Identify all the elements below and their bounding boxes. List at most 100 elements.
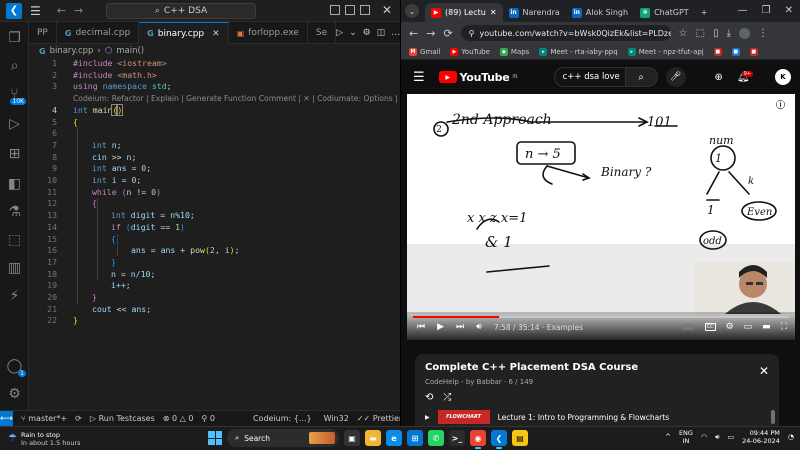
time-display[interactable]: 7:58 / 35:14 · Examples [494,323,583,332]
prettier-status[interactable]: ✓✓ Prettier [357,414,402,423]
codeium-codelens[interactable]: Codeium: Refactor | Explain | Generate F… [73,94,408,103]
youtube-search-button[interactable]: ⌕ [625,67,658,87]
weather-widget[interactable]: ☂ Rain to stop In about 1.5 hours [8,431,128,447]
autoplay-toggle[interactable] [680,324,695,330]
breadcrumb-symbol[interactable]: main() [116,46,144,56]
gear-icon[interactable]: ⚙ [363,28,371,38]
play-icon[interactable]: ▶ [437,322,444,332]
lightning-icon[interactable]: ⚡ [5,286,24,305]
problems-status[interactable]: ⊗ 0 △ 0 [163,414,194,423]
new-tab-button[interactable]: + [695,3,714,22]
forward-arrow-icon[interactable]: → [426,27,435,40]
playlist-scrollbar[interactable] [771,410,775,424]
minimize-icon[interactable]: — [738,5,748,16]
file-explorer-icon[interactable]: ▬ [365,430,381,446]
extensions-icon[interactable]: ⊞ [5,144,24,163]
store-icon[interactable]: ⊞ [407,430,423,446]
notes-icon[interactable]: ▤ [512,430,528,446]
bookmark-meet-2[interactable]: ▸ Meet - npz-tfut-apj [627,47,704,56]
back-arrow-icon[interactable]: ← [57,4,66,17]
bookmark-gmail[interactable]: M Gmail [409,47,440,56]
taskbar-search[interactable]: ⌕ Search [227,429,339,447]
bookmark-youtube[interactable]: ▶ YouTube [450,47,490,56]
more-icon[interactable]: … [391,28,400,38]
video-player[interactable]: 2 2nd Approach 101 n → 5 Binary ? num 1 … [407,94,795,340]
youtube-logo[interactable]: ▶ YouTube IN [438,71,518,84]
whatsapp-icon[interactable]: ✆ [428,430,444,446]
language-indicator[interactable]: ENG IN [679,429,693,445]
bookmark-misc-2[interactable]: ■ [731,47,740,56]
shuffle-icon[interactable]: ⤮ [443,392,451,403]
tab-pp[interactable]: PP [29,22,57,44]
code-editor[interactable]: 1 #include <iostream> 2 #include <math.h> … [29,58,408,410]
run-icon[interactable]: ▷ [336,28,343,38]
run-debug-icon[interactable]: ▷ [5,114,24,133]
search-icon[interactable]: ⌕ [5,56,24,75]
miniplayer-icon[interactable]: ▭ [744,322,753,332]
battery-icon[interactable]: ▭ [727,433,734,441]
remote-icon[interactable]: ⟷ [0,410,13,427]
tab-search-icon[interactable]: ⌄ [405,4,419,18]
bookmark-maps[interactable]: ◆ Maps [499,47,529,56]
next-icon[interactable]: ⏭︎ [456,322,464,332]
settings-gear-icon[interactable]: ⚙ [5,384,24,403]
progress-bar[interactable] [413,316,789,318]
chevron-down-icon[interactable]: ⌄ [349,28,357,38]
close-tab-icon[interactable]: ✕ [490,8,497,17]
toggle-secondary-sidebar-icon[interactable] [360,5,370,15]
extensions-icon[interactable]: ⬚ [696,28,705,39]
remote-explorer-icon[interactable]: ◧ [5,174,24,193]
close-window-icon[interactable]: ✕ [382,3,392,17]
close-tab-icon[interactable]: ✕ [212,29,220,39]
forward-arrow-icon[interactable]: → [74,4,83,17]
download-icon[interactable]: ⤓ [727,28,731,39]
tab-settings[interactable]: Se [308,22,337,44]
branch-status[interactable]: ⑂ master*+ [21,414,67,423]
kebab-menu-icon[interactable]: ⋮ [758,28,768,39]
source-control-icon[interactable]: ⑂ 10K [5,84,26,105]
browser-tab-alok[interactable]: in Alok Singh [566,3,634,22]
maximize-icon[interactable]: ❐ [762,5,771,16]
toggle-panel-icon[interactable] [345,5,355,15]
chart-icon[interactable]: ▥ [5,258,24,277]
bookmark-meet-1[interactable]: ▸ Meet - rta-iaby-ppq [539,47,618,56]
playlist-title[interactable]: Complete C++ Placement DSA Course [425,362,638,373]
settings-gear-icon[interactable]: ⚙ [726,322,734,332]
browser-tab-chatgpt[interactable]: ✻ ChatGPT [634,3,695,22]
hamburger-icon[interactable]: ☰ [413,70,425,85]
microphone-icon[interactable]: 🎤︎ [665,67,686,87]
browser-tab-youtube[interactable]: ▶ (89) Lectu ✕ [425,3,503,22]
youtube-search-input[interactable]: c++ dsa love ✕ [553,67,633,87]
loop-icon[interactable]: ⟲ [425,392,433,403]
tab-decimal-cpp[interactable]: Gdecimal.cpp [57,22,140,44]
captions-icon[interactable]: CC [704,323,716,331]
ports-status[interactable]: ⚲ 0 [201,414,215,423]
tab-binary-cpp[interactable]: Gbinary.cpp ✕ [139,22,229,44]
explorer-icon[interactable]: ❐ [5,28,24,47]
codeium-icon[interactable]: ⬚ [5,230,24,249]
fullscreen-icon[interactable]: ⛶ [781,322,787,332]
theater-mode-icon[interactable]: ▬ [762,322,771,332]
run-testcases-button[interactable]: ▷ Run Testcases [90,414,155,423]
close-window-icon[interactable]: ✕ [785,5,793,16]
close-icon[interactable]: ✕ [759,364,769,378]
wifi-icon[interactable]: ◠ [701,433,707,441]
bookmark-misc-3[interactable]: ■ [749,47,758,56]
notifications-bell-icon[interactable]: 🔔︎9+ [737,70,761,83]
chevron-up-icon[interactable]: ^ [665,433,671,441]
sync-icon[interactable]: ⟳ [75,414,82,423]
toggle-sidebar-icon[interactable] [330,5,340,15]
sidebar-icon[interactable]: ▯ [713,28,719,39]
command-center-search[interactable]: ⌕ C++ DSA [106,3,256,19]
browser-tab-narendra[interactable]: in Narendra [503,3,566,22]
reload-icon[interactable]: ⟳ [443,27,452,40]
address-bar[interactable]: ⚲ youtube.com/watch?v=bWsk0QizEk&list=PL… [460,25,671,41]
site-info-icon[interactable]: ⚲ [469,29,475,38]
vscode-taskbar-icon[interactable]: ❮ [491,430,507,449]
codeium-status[interactable]: Codeium: {...} [253,414,312,423]
account-icon[interactable]: ◯ 1 [5,356,26,377]
hamburger-icon[interactable]: ☰ [30,4,41,18]
windows-start-icon[interactable] [208,431,222,445]
youtube-avatar[interactable]: K [775,69,791,85]
testing-icon[interactable]: ⚗ [5,202,24,221]
